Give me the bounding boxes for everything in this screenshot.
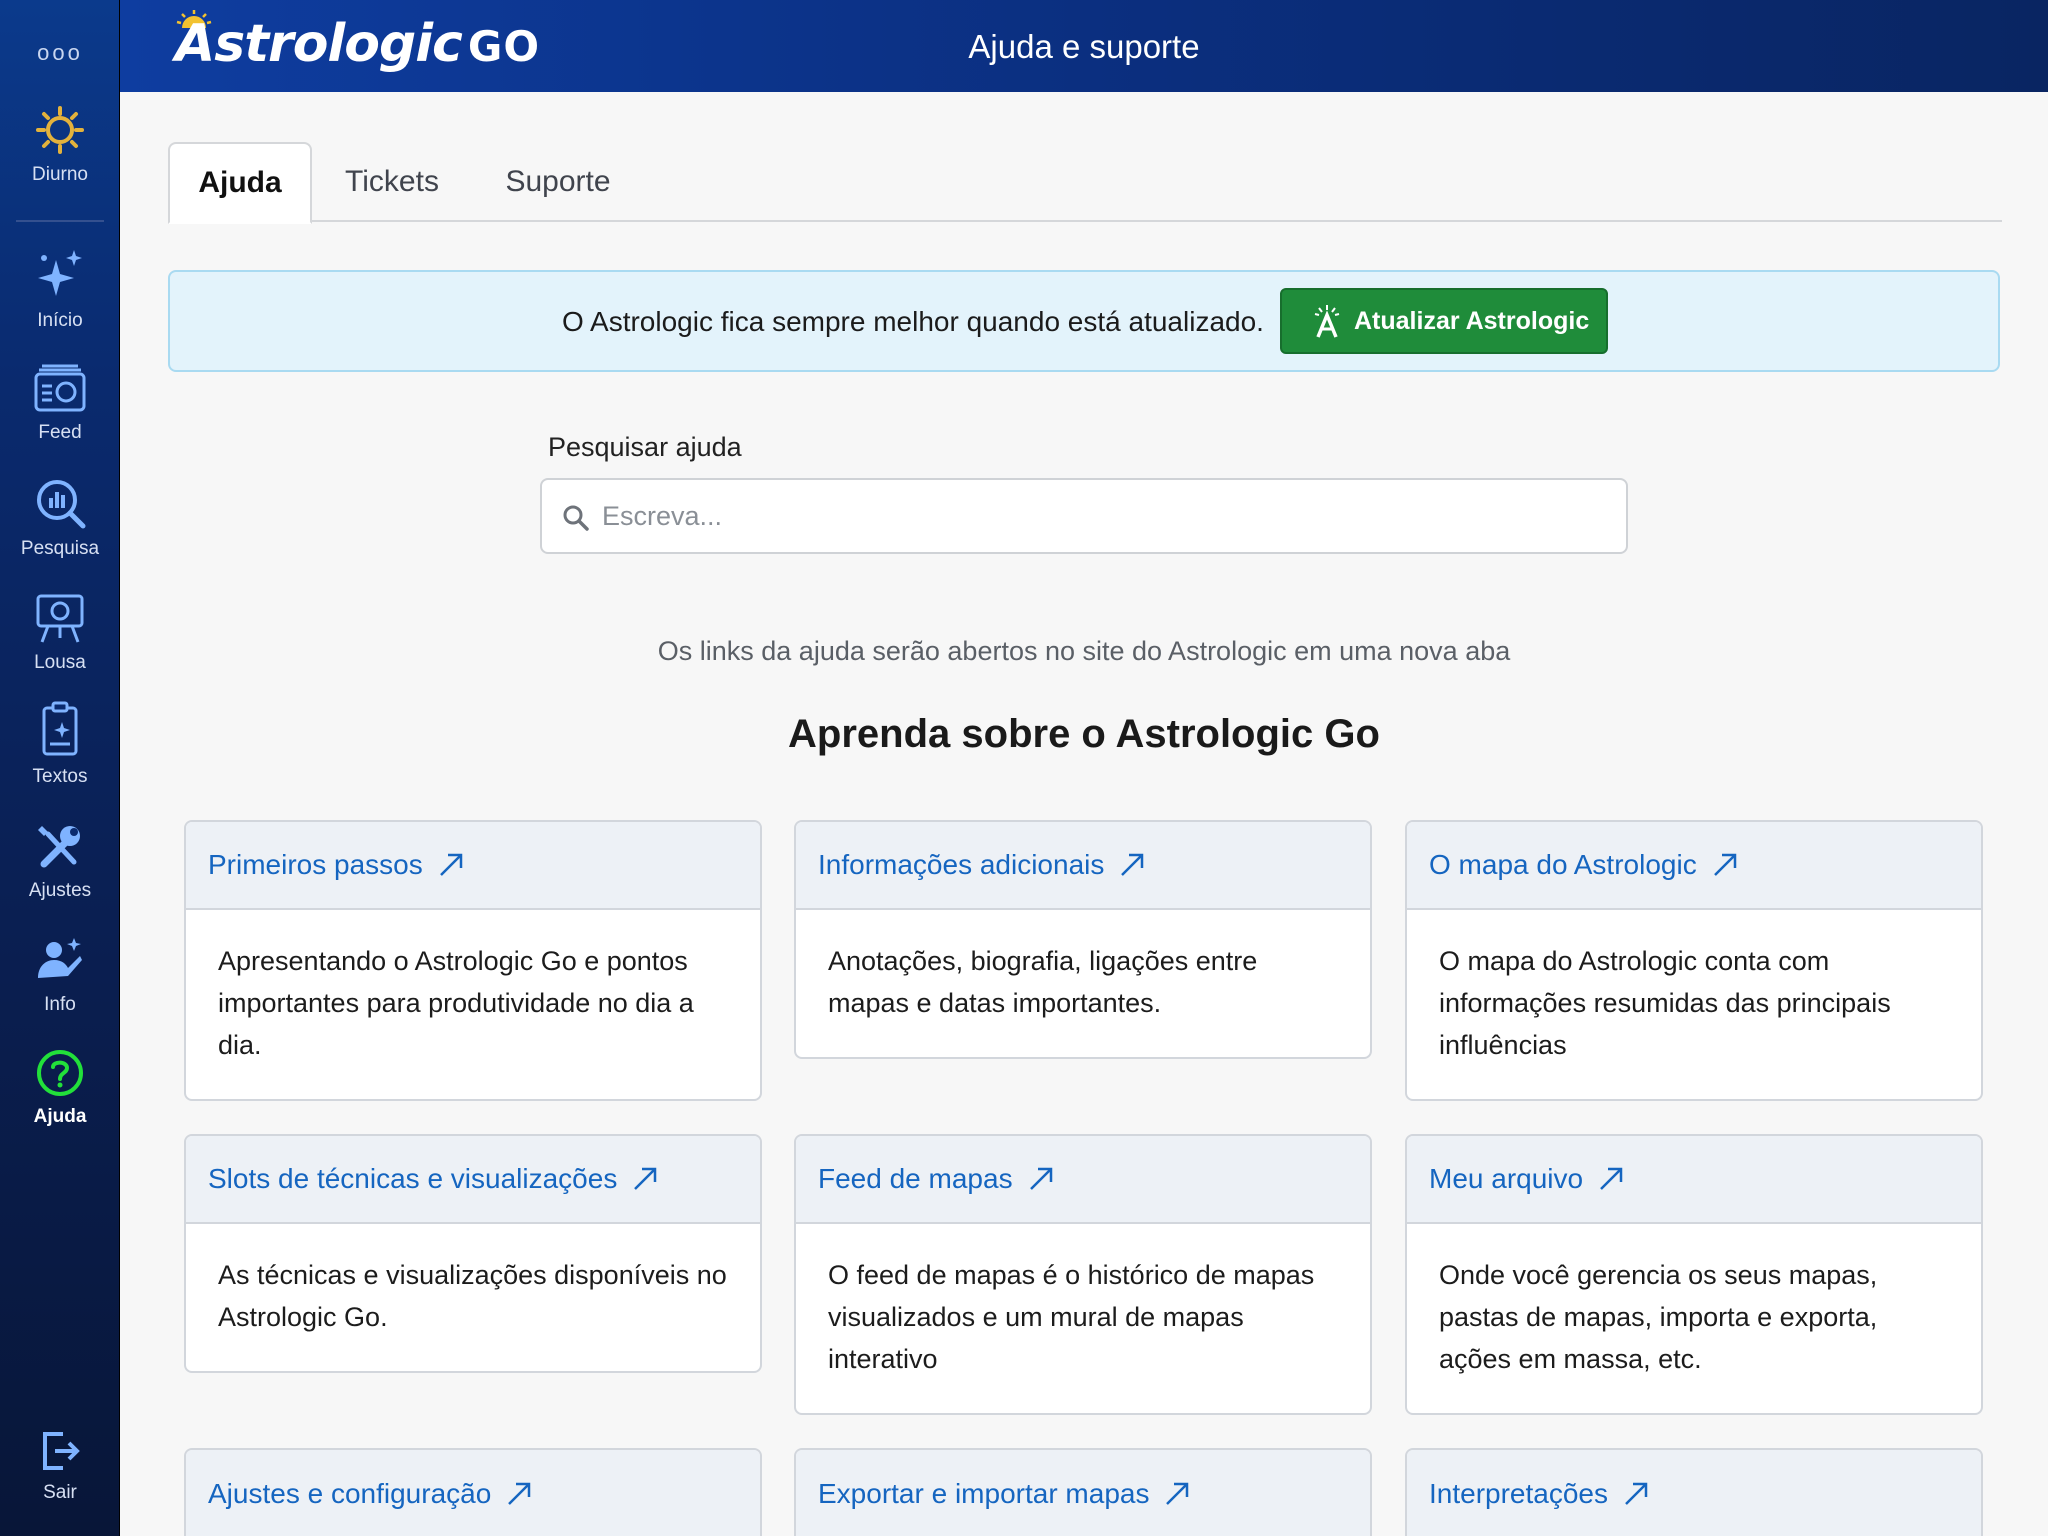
- page-title: Ajuda e suporte: [968, 28, 1200, 65]
- sidebar-item-label: Ajuda: [33, 1106, 87, 1127]
- card-link[interactable]: Exportar e importar mapas: [818, 1478, 1149, 1510]
- external-link-icon: [634, 1167, 657, 1190]
- help-card-ajustes[interactable]: Ajustes e configuração: [184, 1448, 762, 1536]
- card-link[interactable]: Primeiros passos: [208, 849, 423, 881]
- search-label: Pesquisar ajuda: [548, 432, 742, 462]
- astrologic-logo-icon: [1314, 305, 1340, 338]
- person-icon: [38, 938, 82, 978]
- sidebar-item-feed[interactable]: Feed: [0, 362, 120, 444]
- tools-icon: [38, 826, 80, 868]
- search-icon: [563, 505, 589, 531]
- help-card-slots[interactable]: Slots de técnicas e visualizações As téc…: [184, 1134, 762, 1373]
- card-description: O feed de mapas é o histórico de mapas v…: [828, 1260, 1315, 1374]
- external-link-icon: [1713, 853, 1736, 876]
- sidebar-item-label: Sair: [43, 1482, 77, 1503]
- card-description: Anotações, biografia, ligações entre map…: [828, 946, 1258, 1018]
- external-link-icon: [1600, 1167, 1623, 1190]
- document-icon: [42, 701, 78, 756]
- sun-icon: [36, 106, 84, 154]
- external-link-icon: [1625, 1482, 1648, 1505]
- sidebar-item-inicio[interactable]: Início: [0, 246, 120, 332]
- easel-icon: [36, 594, 84, 643]
- card-link[interactable]: Meu arquivo: [1429, 1163, 1583, 1195]
- sidebar-item-textos[interactable]: Textos: [0, 700, 120, 788]
- card-link[interactable]: Slots de técnicas e visualizações: [208, 1163, 617, 1195]
- card-description: O mapa do Astrologic conta com informaçõ…: [1439, 946, 1891, 1060]
- sidebar: ooo Diurno Início Feed Pesquisa Lousa Te…: [0, 0, 120, 1536]
- top-bar: Astrologic GO Ajuda e suporte: [120, 0, 2048, 92]
- help-card-interpretacoes[interactable]: Interpretações: [1405, 1448, 1983, 1536]
- sidebar-item-label: Diurno: [32, 164, 88, 185]
- sidebar-item-label: Ajustes: [28, 880, 92, 901]
- external-link-icon: [1166, 1482, 1189, 1505]
- help-card-primeiros-passos[interactable]: Primeiros passos Apresentando o Astrolog…: [184, 820, 762, 1101]
- update-banner-text: O Astrologic fica sempre melhor quando e…: [562, 306, 1264, 337]
- tab-tickets[interactable]: Tickets: [322, 142, 462, 222]
- sidebar-item-label: Pesquisa: [20, 538, 100, 559]
- help-card-feed-de-mapas[interactable]: Feed de mapas O feed de mapas é o histór…: [794, 1134, 1372, 1415]
- search-chart-icon: [37, 480, 86, 529]
- sparkles-icon: [38, 250, 82, 296]
- help-card-mapa-astrologic[interactable]: O mapa do Astrologic O mapa do Astrologi…: [1405, 820, 1983, 1101]
- help-card-meu-arquivo[interactable]: Meu arquivo Onde você gerencia os seus m…: [1405, 1134, 1983, 1415]
- sidebar-item-ajustes[interactable]: Ajustes: [0, 820, 120, 902]
- update-astrologic-button[interactable]: Atualizar Astrologic: [1280, 288, 1608, 354]
- sidebar-item-pesquisa[interactable]: Pesquisa: [0, 476, 120, 560]
- help-card-informacoes-adicionais[interactable]: Informações adicionais Anotações, biogra…: [794, 820, 1372, 1059]
- sidebar-item-sair[interactable]: Sair: [0, 1428, 120, 1504]
- card-link[interactable]: Ajustes e configuração: [208, 1478, 491, 1510]
- card-link[interactable]: Informações adicionais: [818, 849, 1104, 881]
- feed-icon: [34, 364, 86, 412]
- card-description: Onde você gerencia os seus mapas, pastas…: [1439, 1260, 1878, 1374]
- sidebar-item-ajuda[interactable]: Ajuda: [0, 1048, 120, 1128]
- card-link[interactable]: Feed de mapas: [818, 1163, 1013, 1195]
- help-card-exportar-importar[interactable]: Exportar e importar mapas: [794, 1448, 1372, 1536]
- section-heading: Aprenda sobre o Astrologic Go: [788, 712, 1380, 756]
- card-description: As técnicas e visualizações disponíveis …: [218, 1260, 727, 1332]
- tab-bar: Ajuda Tickets Suporte: [168, 142, 2002, 224]
- help-icon: [37, 1050, 83, 1096]
- card-link[interactable]: Interpretações: [1429, 1478, 1608, 1510]
- sidebar-item-label: Lousa: [34, 652, 86, 673]
- sidebar-item-label: Início: [37, 310, 83, 331]
- sidebar-item-label: Textos: [32, 766, 88, 787]
- external-link-icon: [439, 853, 462, 876]
- card-link[interactable]: O mapa do Astrologic: [1429, 849, 1697, 881]
- sidebar-item-label: Info: [44, 994, 76, 1015]
- sidebar-item-label: Feed: [38, 422, 82, 443]
- tab-ajuda[interactable]: Ajuda: [168, 142, 312, 224]
- sidebar-item-lousa[interactable]: Lousa: [0, 590, 120, 674]
- card-description: Apresentando o Astrologic Go e pontos im…: [218, 946, 694, 1060]
- update-banner: O Astrologic fica sempre melhor quando e…: [168, 270, 2000, 372]
- search-field[interactable]: [540, 478, 1628, 554]
- tab-suporte[interactable]: Suporte: [482, 142, 634, 222]
- search-input[interactable]: [602, 494, 1602, 538]
- external-link-icon: [1029, 1167, 1052, 1190]
- sidebar-item-diurno[interactable]: Diurno: [0, 104, 120, 186]
- sidebar-divider: [16, 220, 104, 222]
- help-links-note: Os links da ajuda serão abertos no site …: [657, 636, 1511, 666]
- external-link-icon: [1121, 853, 1144, 876]
- more-menu-button[interactable]: ooo: [0, 40, 120, 66]
- external-link-icon: [508, 1482, 531, 1505]
- logout-icon: [43, 1432, 80, 1470]
- sidebar-item-info[interactable]: Info: [0, 934, 120, 1016]
